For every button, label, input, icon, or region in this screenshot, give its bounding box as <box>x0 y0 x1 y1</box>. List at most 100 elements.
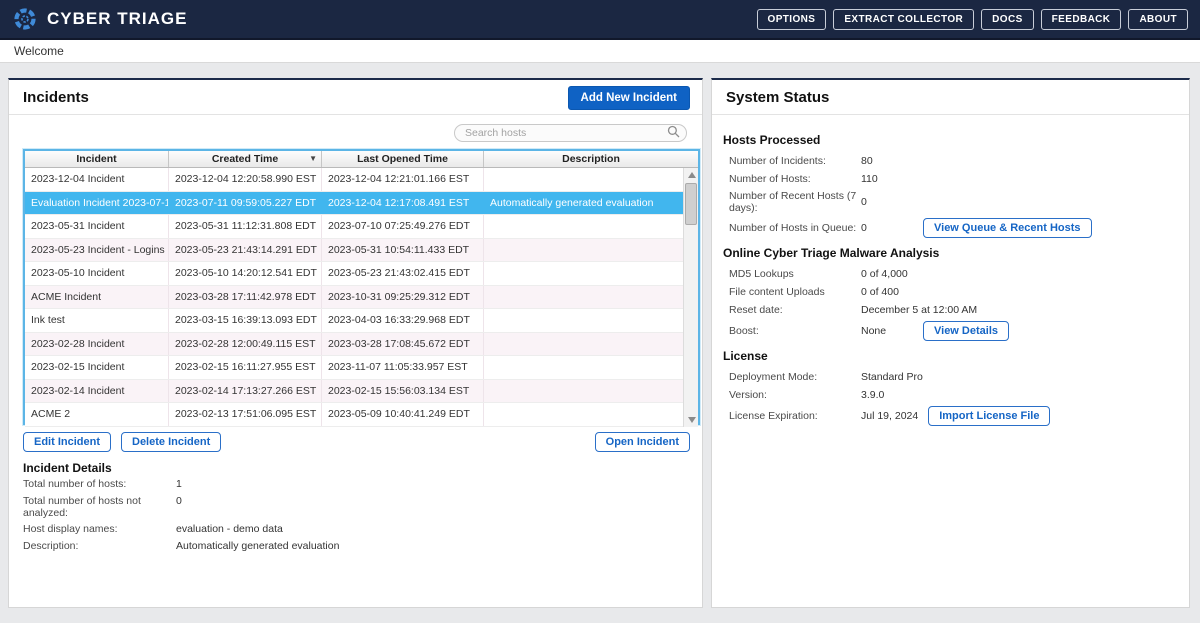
appbar-button[interactable]: DOCS <box>981 9 1034 30</box>
status-value: 0 of 4,000 <box>861 268 913 280</box>
scrollbar-thumb[interactable] <box>685 183 697 225</box>
detail-value: evaluation - demo data <box>176 523 283 535</box>
cell-created-time: 2023-05-23 21:43:14.291 EDT <box>169 239 322 262</box>
hosts-processed-title: Hosts Processed <box>723 133 1179 147</box>
status-label: MD5 Lookups <box>729 268 861 280</box>
status-row: Deployment Mode: Standard Pro <box>729 370 1179 384</box>
status-action-button[interactable]: Import License File <box>928 406 1050 426</box>
incidents-title: Incidents <box>23 89 89 106</box>
cell-last-opened-time: 2023-12-04 12:21:01.166 EST <box>322 168 484 191</box>
table-row[interactable]: Evaluation Incident 2023-07-11 2023-07-1… <box>25 192 683 216</box>
status-action-button[interactable]: View Details <box>923 321 1009 341</box>
column-header-description[interactable]: Description <box>484 151 698 167</box>
search-icon <box>667 125 680 138</box>
cell-description <box>484 309 683 332</box>
detail-label: Total number of hosts not analyzed: <box>23 495 176 519</box>
cell-created-time: 2023-02-13 17:51:06.095 EST <box>169 403 322 426</box>
table-row[interactable]: 2023-05-10 Incident 2023-05-10 14:20:12.… <box>25 262 683 286</box>
table-row[interactable]: ACME Incident 2023-03-28 17:11:42.978 ED… <box>25 286 683 310</box>
cell-last-opened-time: 2023-07-10 07:25:49.276 EDT <box>322 215 484 238</box>
cell-last-opened-time: 2023-05-31 10:54:11.433 EDT <box>322 239 484 262</box>
system-status-body: Hosts Processed Number of Incidents: 80 … <box>723 125 1179 430</box>
status-label: Number of Hosts: <box>729 173 861 185</box>
status-label: Boost: <box>729 325 861 337</box>
add-new-incident-button[interactable]: Add New Incident <box>568 86 690 110</box>
scroll-down-icon[interactable] <box>684 413 699 427</box>
cell-created-time: 2023-03-15 16:39:13.093 EDT <box>169 309 322 332</box>
cell-description <box>484 239 683 262</box>
status-row: Version: 3.9.0 <box>729 388 1179 402</box>
incidents-panel: Incidents Add New Incident Incident Crea… <box>8 78 703 608</box>
delete-incident-button[interactable]: Delete Incident <box>121 432 221 452</box>
cell-description <box>484 215 683 238</box>
status-value: Standard Pro <box>861 371 923 383</box>
cell-description <box>484 356 683 379</box>
cell-last-opened-time: 2023-11-07 11:05:33.957 EST <box>322 356 484 379</box>
search-hosts-input[interactable] <box>454 124 687 142</box>
cell-incident: Evaluation Incident 2023-07-11 <box>25 192 169 215</box>
column-header-incident[interactable]: Incident <box>25 151 169 167</box>
app-header: CYBER TRIAGE OPTIONS EXTRACT COLLECTOR D… <box>0 0 1200 40</box>
edit-incident-button[interactable]: Edit Incident <box>23 432 111 452</box>
status-label: License Expiration: <box>729 410 861 422</box>
status-row: Number of Hosts in Queue: 0 View Queue &… <box>729 218 1179 238</box>
cell-incident: 2023-02-28 Incident <box>25 333 169 356</box>
open-incident-button[interactable]: Open Incident <box>595 432 690 452</box>
cell-created-time: 2023-02-28 12:00:49.115 EST <box>169 333 322 356</box>
table-row[interactable]: 2023-02-15 Incident 2023-02-15 16:11:27.… <box>25 356 683 380</box>
column-header-created-time[interactable]: Created Time ▼ <box>169 151 322 167</box>
cell-incident: ACME Incident <box>25 286 169 309</box>
appbar-button[interactable]: FEEDBACK <box>1041 9 1122 30</box>
detail-value: 1 <box>176 478 182 490</box>
status-label: Version: <box>729 389 861 401</box>
cell-created-time: 2023-02-15 16:11:27.955 EST <box>169 356 322 379</box>
status-label: Number of Hosts in Queue: <box>729 222 861 234</box>
status-row: MD5 Lookups 0 of 4,000 <box>729 267 1179 281</box>
scroll-up-icon[interactable] <box>684 168 699 182</box>
cell-incident: 2023-02-14 Incident <box>25 380 169 403</box>
detail-row: Host display names: evaluation - demo da… <box>23 523 663 535</box>
tab-welcome[interactable]: Welcome <box>0 40 1200 63</box>
table-row[interactable]: 2023-05-31 Incident 2023-05-31 11:12:31.… <box>25 215 683 239</box>
cyber-triage-logo-icon <box>12 6 38 32</box>
cell-last-opened-time: 2023-05-23 21:43:02.415 EDT <box>322 262 484 285</box>
appbar-button[interactable]: ABOUT <box>1128 9 1188 30</box>
status-row: Reset date: December 5 at 12:00 AM <box>729 303 1179 317</box>
column-header-last-opened-time[interactable]: Last Opened Time <box>322 151 484 167</box>
appbar-button[interactable]: EXTRACT COLLECTOR <box>833 9 974 30</box>
table-row[interactable]: Ink test 2023-03-15 16:39:13.093 EDT 202… <box>25 309 683 333</box>
table-row[interactable]: 2023-12-04 Incident 2023-12-04 12:20:58.… <box>25 168 683 192</box>
column-header-label: Created Time <box>212 153 278 165</box>
status-label: Reset date: <box>729 304 861 316</box>
status-action-button[interactable]: View Queue & Recent Hosts <box>923 218 1092 238</box>
table-row[interactable]: 2023-02-28 Incident 2023-02-28 12:00:49.… <box>25 333 683 357</box>
incidents-table-body: 2023-12-04 Incident 2023-12-04 12:20:58.… <box>25 168 698 427</box>
license-title: License <box>723 349 1179 363</box>
system-status-title: System Status <box>726 89 829 106</box>
status-row: Number of Incidents: 80 <box>729 154 1179 168</box>
status-value: 0 <box>861 222 913 234</box>
hosts-processed-rows: Number of Incidents: 80 Number of Hosts:… <box>723 154 1179 238</box>
table-row[interactable]: ACME 2 2023-02-13 17:51:06.095 EST 2023-… <box>25 403 683 427</box>
cell-last-opened-time: 2023-04-03 16:33:29.968 EDT <box>322 309 484 332</box>
detail-value: Automatically generated evaluation <box>176 540 339 552</box>
table-row[interactable]: 2023-05-23 Incident - Logins 2023-05-23 … <box>25 239 683 263</box>
cell-created-time: 2023-02-14 17:13:27.266 EST <box>169 380 322 403</box>
cell-created-time: 2023-12-04 12:20:58.990 EST <box>169 168 322 191</box>
status-row: Boost: None View Details <box>729 321 1179 341</box>
malware-analysis-title: Online Cyber Triage Malware Analysis <box>723 246 1179 260</box>
table-row[interactable]: 2023-02-14 Incident 2023-02-14 17:13:27.… <box>25 380 683 404</box>
table-scrollbar[interactable] <box>683 168 698 427</box>
status-label: File content Uploads <box>729 286 861 298</box>
appbar-button[interactable]: OPTIONS <box>757 9 827 30</box>
cell-description <box>484 286 683 309</box>
cell-created-time: 2023-05-31 11:12:31.808 EDT <box>169 215 322 238</box>
malware-analysis-rows: MD5 Lookups 0 of 4,000 File content Uplo… <box>723 267 1179 341</box>
status-value: December 5 at 12:00 AM <box>861 304 977 316</box>
cell-incident: 2023-12-04 Incident <box>25 168 169 191</box>
incident-details: Total number of hosts: 1 Total number of… <box>23 478 663 556</box>
status-label: Number of Recent Hosts (7 days): <box>729 190 861 214</box>
status-row: License Expiration: Jul 19, 2024 Import … <box>729 406 1179 426</box>
status-row: Number of Recent Hosts (7 days): 0 <box>729 190 1179 214</box>
incident-actions: Edit Incident Delete Incident Open Incid… <box>23 432 690 454</box>
